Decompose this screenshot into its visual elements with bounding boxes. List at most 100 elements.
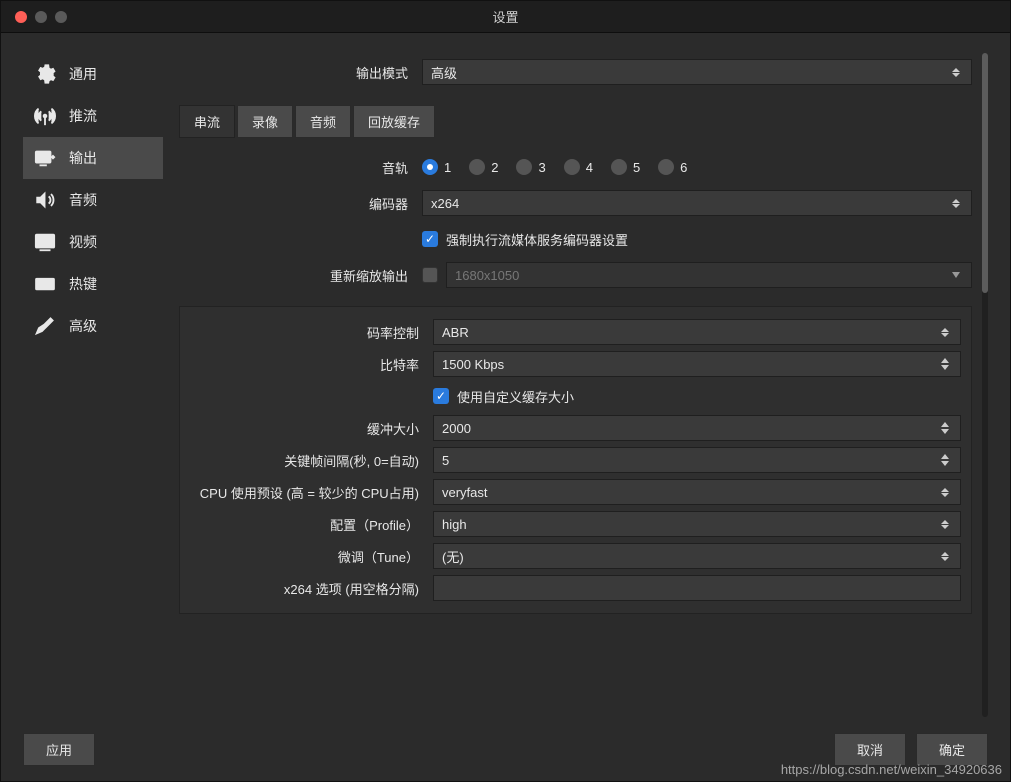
tab-replay-buffer[interactable]: 回放缓存 xyxy=(353,105,435,138)
rate-control-select[interactable]: ABR xyxy=(433,319,961,345)
cancel-button[interactable]: 取消 xyxy=(834,733,906,766)
track-label: 2 xyxy=(491,160,498,175)
tracks-radios: 1 2 3 4 5 6 xyxy=(422,159,972,175)
ok-button[interactable]: 确定 xyxy=(916,733,988,766)
monitor-icon xyxy=(33,231,57,253)
bitrate-input[interactable]: 1500 Kbps xyxy=(433,351,961,377)
track-radio-4[interactable]: 4 xyxy=(564,159,593,175)
row-custom-buffer: 使用自定义缓存大小 xyxy=(190,383,961,409)
tune-select[interactable]: (无) xyxy=(433,543,961,569)
track-label: 3 xyxy=(538,160,545,175)
radio-icon xyxy=(611,159,627,175)
row-rescale: 重新缩放输出 1680x1050 xyxy=(179,262,972,288)
speaker-icon xyxy=(33,189,57,211)
chevron-updown-icon xyxy=(938,552,952,561)
tab-streaming[interactable]: 串流 xyxy=(179,105,235,138)
track-radio-6[interactable]: 6 xyxy=(658,159,687,175)
track-radio-2[interactable]: 2 xyxy=(469,159,498,175)
enforce-checkbox[interactable] xyxy=(422,231,438,247)
chevron-updown-icon xyxy=(938,328,952,337)
radio-icon xyxy=(469,159,485,175)
apply-button[interactable]: 应用 xyxy=(23,733,95,766)
chevron-updown-icon xyxy=(938,488,952,497)
rescale-label: 重新缩放输出 xyxy=(179,266,414,285)
radio-icon xyxy=(564,159,580,175)
buffer-size-value: 2000 xyxy=(442,421,938,436)
sidebar-item-general[interactable]: 通用 xyxy=(23,53,163,95)
row-x264-opts: x264 选项 (用空格分隔) xyxy=(190,575,961,601)
x264-opts-label: x264 选项 (用空格分隔) xyxy=(190,579,425,598)
rescale-select[interactable]: 1680x1050 xyxy=(446,262,972,288)
output-icon xyxy=(33,147,57,169)
scrollbar-thumb[interactable] xyxy=(982,53,988,293)
sidebar: 通用 推流 输出 音频 xyxy=(23,53,163,717)
rescale-value: 1680x1050 xyxy=(455,268,949,283)
sidebar-item-output[interactable]: 输出 xyxy=(23,137,163,179)
sidebar-item-stream[interactable]: 推流 xyxy=(23,95,163,137)
bitrate-label: 比特率 xyxy=(190,355,425,374)
row-profile: 配置（Profile） high xyxy=(190,511,961,537)
track-radio-5[interactable]: 5 xyxy=(611,159,640,175)
radio-icon xyxy=(422,159,438,175)
stepper-icon[interactable] xyxy=(938,422,952,434)
sidebar-item-audio[interactable]: 音频 xyxy=(23,179,163,221)
encoder-select[interactable]: x264 xyxy=(422,190,972,216)
sidebar-item-label: 音频 xyxy=(69,190,97,210)
profile-label: 配置（Profile） xyxy=(190,515,425,534)
keyframe-label: 关键帧间隔(秒, 0=自动) xyxy=(190,451,425,470)
rescale-checkbox[interactable] xyxy=(422,267,438,283)
titlebar: 设置 xyxy=(1,1,1010,33)
custom-buffer-checkbox-row: 使用自定义缓存大小 xyxy=(433,387,961,406)
stepper-icon[interactable] xyxy=(938,454,952,466)
chevron-updown-icon xyxy=(949,199,963,208)
custom-buffer-checkbox[interactable] xyxy=(433,388,449,404)
cpu-preset-label: CPU 使用预设 (高 = 较少的 CPU占用) xyxy=(190,483,425,502)
output-mode-label: 输出模式 xyxy=(179,63,414,82)
buffer-size-label: 缓冲大小 xyxy=(190,419,425,438)
sidebar-item-label: 视频 xyxy=(69,232,97,252)
track-label: 6 xyxy=(680,160,687,175)
cpu-preset-select[interactable]: veryfast xyxy=(433,479,961,505)
sidebar-item-label: 推流 xyxy=(69,106,97,126)
profile-select[interactable]: high xyxy=(433,511,961,537)
chevron-updown-icon xyxy=(938,520,952,529)
sidebar-item-video[interactable]: 视频 xyxy=(23,221,163,263)
gear-icon xyxy=(33,63,57,85)
enforce-checkbox-row: 强制执行流媒体服务编码器设置 xyxy=(422,230,972,249)
track-radio-3[interactable]: 3 xyxy=(516,159,545,175)
chevron-updown-icon xyxy=(949,68,963,77)
keyframe-input[interactable]: 5 xyxy=(433,447,961,473)
tab-audio[interactable]: 音频 xyxy=(295,105,351,138)
sidebar-item-label: 高级 xyxy=(69,316,97,336)
sidebar-item-hotkeys[interactable]: 热键 xyxy=(23,263,163,305)
output-mode-select[interactable]: 高级 xyxy=(422,59,972,85)
row-bitrate: 比特率 1500 Kbps xyxy=(190,351,961,377)
row-keyframe: 关键帧间隔(秒, 0=自动) 5 xyxy=(190,447,961,473)
track-radio-1[interactable]: 1 xyxy=(422,159,451,175)
output-mode-value: 高级 xyxy=(431,63,949,82)
tab-recording[interactable]: 录像 xyxy=(237,105,293,138)
rate-control-value: ABR xyxy=(442,325,938,340)
subtabs: 串流 录像 音频 回放缓存 xyxy=(179,105,972,138)
sidebar-item-advanced[interactable]: 高级 xyxy=(23,305,163,347)
buffer-size-input[interactable]: 2000 xyxy=(433,415,961,441)
x264-opts-input[interactable] xyxy=(433,575,961,601)
row-rate-control: 码率控制 ABR xyxy=(190,319,961,345)
antenna-icon xyxy=(33,105,57,127)
keyframe-value: 5 xyxy=(442,453,938,468)
scrollbar[interactable] xyxy=(982,53,988,717)
bitrate-value: 1500 Kbps xyxy=(442,357,938,372)
tune-value: (无) xyxy=(442,547,938,566)
encoder-settings-panel: 码率控制 ABR 比特率 1500 Kbps xyxy=(179,306,972,614)
row-buffer-size: 缓冲大小 2000 xyxy=(190,415,961,441)
cpu-preset-value: veryfast xyxy=(442,485,938,500)
row-cpu-preset: CPU 使用预设 (高 = 较少的 CPU占用) veryfast xyxy=(190,479,961,505)
stepper-icon[interactable] xyxy=(938,358,952,370)
keyboard-icon xyxy=(33,273,57,295)
footer: 应用 取消 确定 xyxy=(1,717,1010,781)
main-inner: 输出模式 高级 串流 录像 音频 回放缓存 音轨 1 2 xyxy=(179,53,972,717)
body: 通用 推流 输出 音频 xyxy=(1,33,1010,717)
sidebar-item-label: 通用 xyxy=(69,64,97,84)
sidebar-item-label: 输出 xyxy=(69,148,97,168)
row-output-mode: 输出模式 高级 xyxy=(179,59,972,85)
